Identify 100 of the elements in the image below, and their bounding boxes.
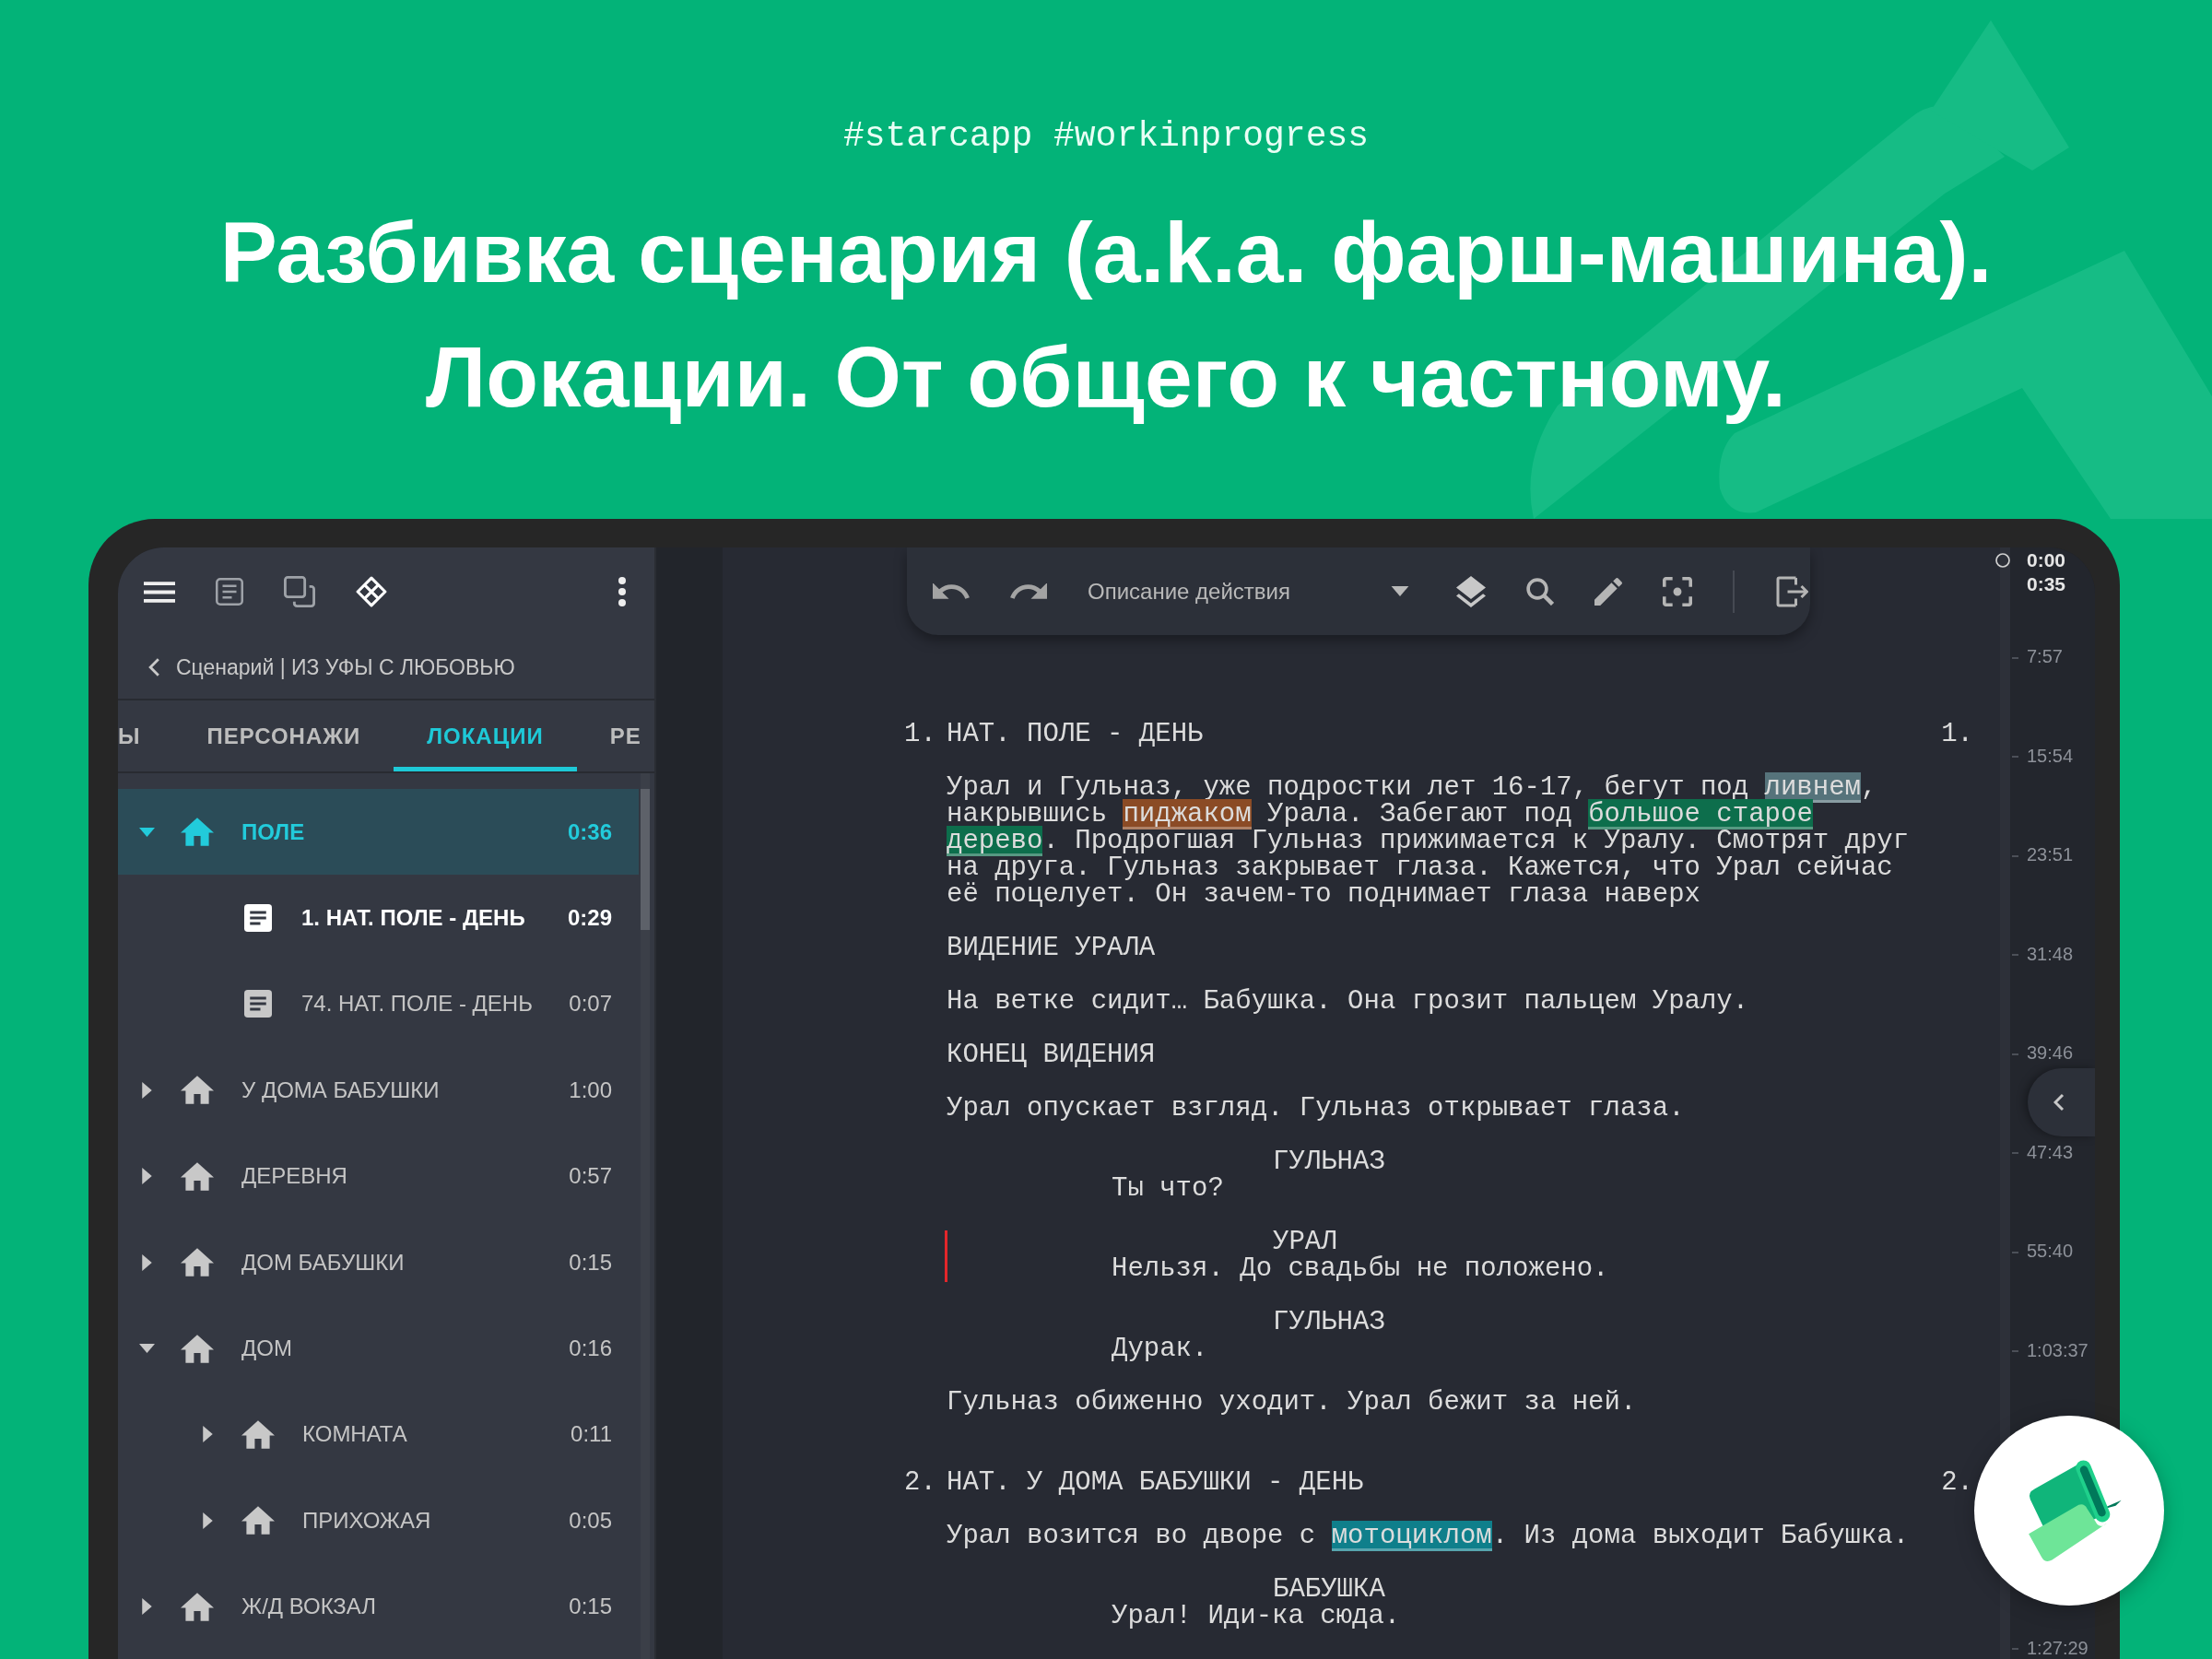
pencil-icon[interactable] bbox=[1594, 577, 1622, 606]
menu-icon[interactable] bbox=[144, 581, 175, 603]
location-row[interactable]: КОМНАТА 0:11 bbox=[118, 1391, 639, 1478]
scrollbar-thumb[interactable] bbox=[641, 789, 650, 930]
focus-icon[interactable] bbox=[1663, 576, 1692, 606]
location-name: Ж/Д ВОКЗАЛ bbox=[241, 1594, 377, 1620]
house-icon bbox=[181, 1334, 214, 1363]
duration-text: 0:36 bbox=[567, 818, 612, 845]
time-tick-label: 39:46 bbox=[2027, 1042, 2074, 1065]
diamond-grid-icon[interactable] bbox=[356, 576, 387, 607]
time-tick-label: 1:03:37 bbox=[2027, 1339, 2088, 1361]
time-tick-label: 55:40 bbox=[2027, 1241, 2074, 1263]
action-text: Урал и Гульназ, уже подростки лет 16-17, бегут под ливнем, накрывшись пиджаком Урала. Забегают под большое старое дерево. Продрогшая Гульназ прижимается к Уралу. Смотрят друг на друга. Гульназ закрывает глаза. Кажется, что Урал сейчас её поцелует. Он зачем-то поднимает глаза наверх bbox=[947, 774, 1911, 908]
location-name: ПОЛЕ bbox=[241, 818, 305, 845]
layers-icon[interactable] bbox=[1456, 575, 1486, 607]
dialogue-text: Урал! Иди-ка сюда. bbox=[1112, 1603, 1401, 1630]
copy-icon[interactable] bbox=[284, 576, 315, 607]
location-row[interactable]: ПРИХОЖАЯ 0:05 bbox=[118, 1477, 639, 1564]
scene-number: 2. bbox=[904, 1469, 937, 1496]
character-name: ГУЛЬНАЗ bbox=[1273, 1309, 1385, 1335]
house-icon bbox=[241, 1506, 275, 1535]
caret-down-icon bbox=[1391, 586, 1409, 596]
paragraph-type-select[interactable]: Описание действия bbox=[1088, 570, 1416, 613]
character-name: БАБУШКА bbox=[1273, 1576, 1385, 1603]
action-text: ВИДЕНИЕ УРАЛА bbox=[947, 935, 1157, 961]
more-icon[interactable] bbox=[618, 577, 626, 606]
action-text: Гульназ обиженно уходит. Урал бежит за ней. bbox=[947, 1389, 1638, 1416]
redo-icon[interactable] bbox=[1010, 582, 1047, 600]
time-tick-label: 47:43 bbox=[2027, 1141, 2074, 1163]
duration-text: 0:16 bbox=[569, 1335, 612, 1362]
highlighted-word: пиджаком bbox=[1123, 799, 1252, 830]
house-icon bbox=[181, 1161, 214, 1191]
location-row[interactable]: ДЕРЕВНЯ 0:57 bbox=[118, 1133, 639, 1219]
highlighted-word: большое старое bbox=[1588, 799, 1813, 830]
location-name: ДЕРЕВНЯ bbox=[241, 1163, 347, 1190]
chevron-left-icon bbox=[2053, 1093, 2065, 1112]
scene-row[interactable]: 74. НАТ. ПОЛЕ - ДЕНЬ 0:07 bbox=[118, 960, 639, 1048]
character-name: УРАЛ bbox=[1273, 1229, 1337, 1255]
location-name: КОМНАТА bbox=[302, 1421, 407, 1448]
house-icon bbox=[241, 1419, 275, 1449]
location-row[interactable]: ПОЛЕ 0:36 bbox=[118, 789, 639, 876]
highlighted-word: дерево bbox=[947, 826, 1043, 856]
duration-text: 0:57 bbox=[569, 1163, 612, 1190]
location-row[interactable]: ДОМ 0:16 bbox=[118, 1305, 639, 1392]
undo-icon[interactable] bbox=[933, 582, 970, 600]
scene-number: 2. bbox=[1941, 1469, 1973, 1496]
search-icon[interactable] bbox=[1526, 577, 1554, 606]
dialogue-text: Дурак. bbox=[1112, 1335, 1208, 1362]
caret-down-icon[interactable] bbox=[138, 827, 155, 837]
back-link[interactable]: Сценарий | ИЗ УФЫ С ЛЮБОВЬЮ bbox=[118, 636, 515, 699]
house-icon bbox=[181, 1592, 214, 1621]
scene-heading: НАТ. ПОЛЕ - ДЕНЬ bbox=[947, 721, 1204, 747]
scroll-logo-icon bbox=[1974, 1416, 2164, 1606]
location-name: У ДОМА БАБУШКИ bbox=[241, 1077, 440, 1103]
caret-down-icon[interactable] bbox=[138, 1344, 155, 1354]
scene-title: 74. НАТ. ПОЛЕ - ДЕНЬ bbox=[301, 991, 533, 1018]
location-row[interactable]: Ж/Д ВОКЗАЛ 0:15 bbox=[118, 1563, 639, 1650]
duration-text: 0:07 bbox=[569, 991, 612, 1018]
caret-right-icon[interactable] bbox=[141, 1598, 152, 1616]
location-row[interactable]: У ДОМА БАБУШКИ 1:00 bbox=[118, 1047, 639, 1134]
duration-text: 0:15 bbox=[569, 1249, 612, 1276]
dialogue-text: Ты что? bbox=[1112, 1175, 1224, 1202]
document-icon[interactable] bbox=[216, 578, 243, 606]
house-icon bbox=[181, 818, 214, 847]
tab[interactable]: Ы bbox=[118, 700, 174, 771]
scene-title: 1. НАТ. ПОЛЕ - ДЕНЬ bbox=[301, 905, 525, 932]
time-tick-label: 7:57 bbox=[2027, 646, 2063, 668]
tab[interactable]: ПЕРСОНАЖИ bbox=[173, 700, 394, 771]
action-text: Урал опускает взгляд. Гульназ открывает глаза. bbox=[947, 1095, 1686, 1122]
duration-text: 1:00 bbox=[569, 1077, 612, 1103]
action-text: На ветке сидит… Бабушка. Она грозит пальцем Уралу. bbox=[947, 988, 1750, 1015]
caret-right-icon[interactable] bbox=[141, 1253, 152, 1271]
action-text: КОНЕЦ ВИДЕНИЯ bbox=[947, 1041, 1157, 1068]
duration-time: 0:35 bbox=[2027, 572, 2066, 596]
location-name: ДОМ bbox=[241, 1335, 292, 1362]
caret-right-icon[interactable] bbox=[202, 1512, 213, 1529]
caret-right-icon[interactable] bbox=[141, 1081, 152, 1099]
duration-text: 0:15 bbox=[569, 1594, 612, 1620]
location-row[interactable]: ДОМ БАБУШКИ 0:15 bbox=[118, 1218, 639, 1306]
time-tick-label: 23:51 bbox=[2027, 844, 2074, 866]
caret-right-icon[interactable] bbox=[141, 1168, 152, 1185]
dialogue-text: Нельзя. До свадьбы не положено. bbox=[1112, 1255, 1609, 1282]
exit-icon[interactable] bbox=[1775, 574, 1808, 608]
scene-row[interactable]: 1. НАТ. ПОЛЕ - ДЕНЬ 0:29 bbox=[118, 875, 639, 961]
duration-text: 0:05 bbox=[569, 1507, 612, 1534]
scene-heading: НАТ. У ДОМА БАБУШКИ - ДЕНЬ bbox=[947, 1469, 1364, 1496]
location-name: ПРИХОЖАЯ bbox=[302, 1507, 431, 1534]
time-tick-label: 31:48 bbox=[2027, 943, 2074, 965]
character-name: ГУЛЬНАЗ bbox=[1273, 1148, 1385, 1175]
circle-icon bbox=[1995, 553, 2010, 568]
tab[interactable]: ЛОКАЦИИ bbox=[394, 700, 577, 771]
house-icon bbox=[181, 1076, 214, 1105]
hashtags-text: #starcapp #workinprogress bbox=[842, 115, 1370, 158]
action-text: Урал возится во дворе с мотоциклом. Из дома выходит Бабушка. bbox=[947, 1523, 1911, 1549]
caret-right-icon[interactable] bbox=[202, 1426, 213, 1443]
headline: Локации. От общего к частному. bbox=[426, 328, 1786, 427]
duration-text: 0:11 bbox=[571, 1421, 612, 1448]
tab[interactable]: РЕ bbox=[576, 700, 641, 771]
time-tick-label: 1:27:29 bbox=[2027, 1637, 2088, 1659]
headline: Разбивка сценария (a.k.a. фарш-машина). bbox=[219, 204, 1993, 302]
